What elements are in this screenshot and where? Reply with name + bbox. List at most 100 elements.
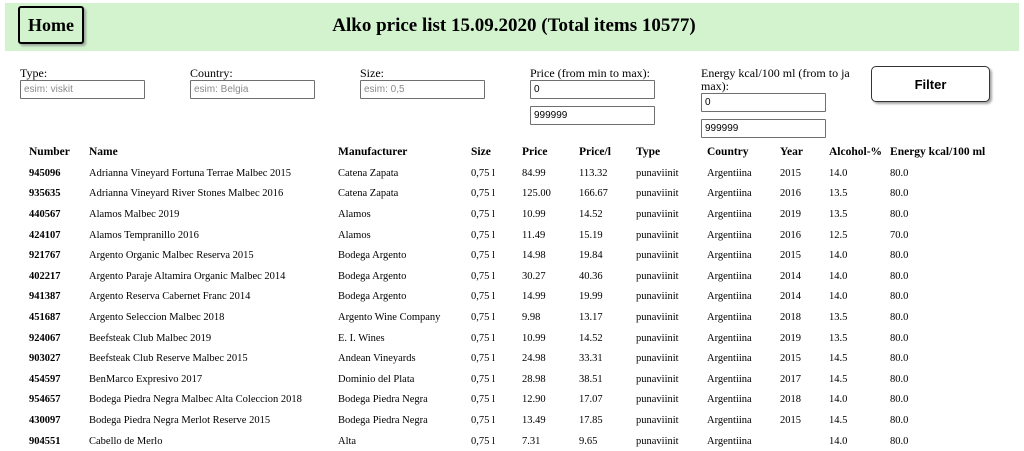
table-cell: 0,75 l (471, 414, 495, 426)
table-cell: 80.0 (890, 291, 909, 303)
table-cell: Alta (338, 435, 357, 447)
table-cell: 0,75 l (471, 291, 495, 303)
table-cell: 13.5 (829, 332, 848, 344)
table-cell: 80.0 (890, 435, 909, 447)
table-cell: punaviinit (636, 353, 679, 365)
table-cell: 13.5 (829, 311, 848, 323)
table-cell: 80.0 (890, 188, 909, 200)
table-cell: 12.90 (522, 394, 546, 406)
column-header: Price (522, 146, 548, 158)
table-row: 451687 Argento Seleccion Malbec 2018 Argen… (25, 307, 996, 328)
table-cell: 80.0 (890, 332, 909, 344)
table-cell: 80.0 (890, 250, 909, 262)
table-row: 954657 Bodega Piedra Negra Malbec Alta Co… (25, 390, 996, 411)
table-cell: 921767 (29, 250, 61, 262)
table-cell: Bodega Argento (338, 291, 407, 303)
table-cell: 2014 (780, 291, 801, 303)
size-input[interactable] (360, 80, 485, 99)
table-cell: 0,75 l (471, 394, 495, 406)
table-cell: Bodega Piedra Negra (338, 414, 428, 426)
column-header: Price/l (579, 146, 611, 158)
table-cell: 166.67 (579, 188, 608, 200)
table-cell: 14.5 (829, 353, 848, 365)
table-cell: 424107 (29, 229, 61, 241)
table-cell: 80.0 (890, 208, 909, 220)
table-cell: Beefsteak Club Malbec 2019 (89, 332, 212, 344)
table-cell: 0,75 l (471, 270, 495, 282)
table-cell: Argentiina (707, 353, 752, 365)
table-cell: Alamos (338, 208, 371, 220)
filter-button[interactable]: Filter (871, 66, 990, 102)
table-cell: 2016 (780, 188, 801, 200)
column-header: Name (89, 146, 118, 158)
table-cell: 0,75 l (471, 208, 495, 220)
table-cell: 9.65 (579, 435, 598, 447)
table-cell: 14.0 (829, 435, 848, 447)
country-input[interactable] (190, 80, 315, 99)
table-cell: Adrianna Vineyard Fortuna Terrae Malbec … (89, 167, 292, 179)
table-cell: 2019 (780, 332, 801, 344)
column-header: Year (780, 146, 803, 158)
table-cell: 14.52 (579, 332, 603, 344)
table-cell: punaviinit (636, 394, 679, 406)
header-bar: Home Alko price list 15.09.2020 (Total i… (5, 3, 1019, 51)
table-cell: Argentiina (707, 291, 752, 303)
table-cell: 935635 (29, 188, 61, 200)
table-cell: punaviinit (636, 373, 679, 385)
energy-min-input[interactable] (701, 93, 826, 112)
type-filter: Type: (20, 67, 145, 99)
table-cell: 80.0 (890, 167, 909, 179)
energy-max-input[interactable] (701, 119, 826, 138)
table-cell: 903027 (29, 353, 61, 365)
column-header: Country (707, 146, 749, 158)
table-cell: Argento Wine Company (338, 311, 441, 323)
table-cell: 33.31 (579, 353, 603, 365)
type-label: Type: (20, 66, 48, 80)
price-max-input[interactable] (530, 106, 655, 125)
table-cell: 113.32 (579, 167, 608, 179)
table-cell: 0,75 l (471, 353, 495, 365)
table-cell: punaviinit (636, 167, 679, 179)
price-min-input[interactable] (530, 80, 655, 99)
table-cell: 38.51 (579, 373, 603, 385)
table-cell: Argento Paraje Altamira Organic Malbec 2… (89, 270, 286, 282)
table-cell: punaviinit (636, 229, 679, 241)
table-cell: 2015 (780, 353, 801, 365)
table-cell (776, 431, 825, 451)
table-row: 935635 Adrianna Vineyard River Stones Mal… (25, 184, 996, 205)
table-cell: 2019 (780, 208, 801, 220)
table-cell: Argentiina (707, 435, 752, 447)
type-input[interactable] (20, 80, 145, 99)
table-cell: E. I. Wines (338, 332, 385, 344)
table-cell: Catena Zapata (338, 188, 399, 200)
table-cell: Argentiina (707, 311, 752, 323)
table-cell: 2015 (780, 250, 801, 262)
table-cell: Alamos Tempranillo 2016 (89, 229, 199, 241)
table-cell: Argentiina (707, 208, 752, 220)
table-cell: 7.31 (522, 435, 541, 447)
price-label: Price (from min to max): (530, 66, 650, 80)
table-cell: 14.0 (829, 291, 848, 303)
table-cell: 430097 (29, 414, 61, 426)
table-cell: 2015 (780, 167, 801, 179)
table-cell: 0,75 l (471, 250, 495, 262)
page-title: Alko price list 15.09.2020 (Total items … (332, 15, 696, 36)
column-header: Energy kcal/100 ml (890, 146, 986, 158)
table-cell: Argento Seleccion Malbec 2018 (89, 311, 225, 323)
table-cell: Argentiina (707, 414, 752, 426)
table-cell: 945096 (29, 167, 61, 179)
table-cell: 0,75 l (471, 311, 495, 323)
table-cell: 0,75 l (471, 435, 495, 447)
table-row: 941387 Argento Reserva Cabernet Franc 201… (25, 287, 996, 308)
size-filter: Size: (360, 67, 485, 99)
table-row: 424107 Alamos Tempranillo 2016 Alamos 0,75 … (25, 225, 996, 246)
column-header: Number (29, 146, 70, 158)
table-cell: 24.98 (522, 353, 546, 365)
table-cell: Andean Vineyards (338, 353, 416, 365)
table-cell: 80.0 (890, 270, 909, 282)
table-cell: 19.99 (579, 291, 603, 303)
table-cell: Cabello de Merlo (89, 435, 163, 447)
table-cell: 2014 (780, 270, 801, 282)
table-cell: 9.98 (522, 311, 541, 323)
table-cell: 0,75 l (471, 188, 495, 200)
